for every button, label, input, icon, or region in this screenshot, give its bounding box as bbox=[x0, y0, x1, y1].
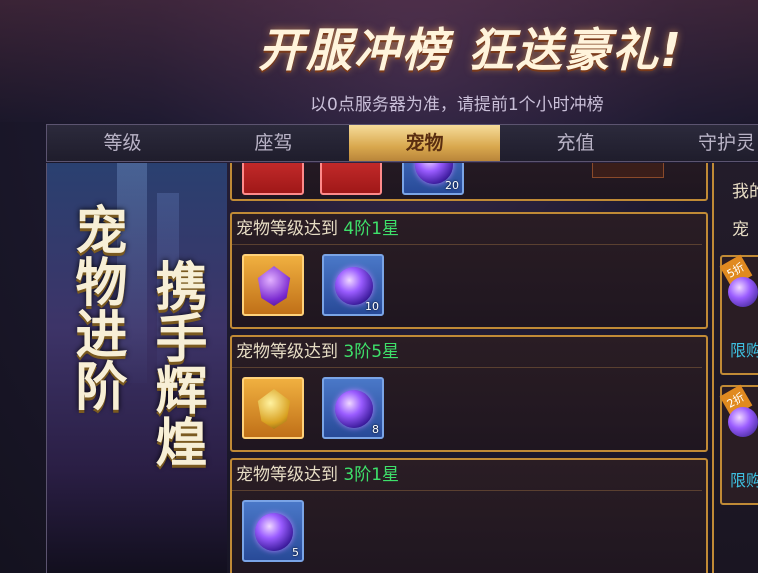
right-shop-panel: 我的 宠 5折 限购 2折 限购 bbox=[712, 163, 758, 573]
event-banner: 开服冲榜 狂送豪礼! 以0点服务器为准，请提前1个小时冲榜 bbox=[0, 0, 758, 122]
condition-level: 4阶1星 bbox=[343, 219, 400, 239]
my-rank-label: 我的 bbox=[732, 182, 758, 202]
item-count: 10 bbox=[365, 300, 379, 313]
item-count: 20 bbox=[445, 179, 459, 192]
reward-item-slot[interactable] bbox=[242, 163, 304, 195]
ranking-tabs: 等级 座驾 宠物 充值 守护灵 bbox=[46, 124, 758, 162]
reward-card: 宠物等级达到 4阶1星 10 bbox=[230, 212, 708, 329]
reward-item-slot[interactable] bbox=[320, 163, 382, 195]
reward-condition: 宠物等级达到 3阶5星 bbox=[232, 337, 702, 368]
tab-guardian[interactable]: 守护灵 bbox=[651, 125, 758, 161]
banner-title: 开服冲榜 狂送豪礼! bbox=[258, 23, 683, 77]
tab-recharge[interactable]: 充值 bbox=[500, 125, 651, 161]
promo-slogan-right: 携手辉煌 bbox=[146, 259, 206, 467]
condition-level: 3阶5星 bbox=[343, 342, 400, 362]
banner-subtitle: 以0点服务器为准，请提前1个小时冲榜 bbox=[310, 95, 604, 115]
pet-rank-label: 宠 bbox=[732, 220, 749, 240]
item-count: 8 bbox=[372, 423, 379, 436]
item-count: 5 bbox=[292, 546, 299, 559]
shop-offer-card[interactable]: 2折 限购 bbox=[719, 384, 758, 505]
reward-item-slot[interactable]: 8 bbox=[322, 377, 384, 439]
tab-level[interactable]: 等级 bbox=[47, 125, 198, 161]
promo-art-panel: 宠物进阶 携手辉煌 bbox=[46, 163, 227, 573]
purple-orb-icon bbox=[728, 277, 758, 307]
purchase-limit-label: 限购 bbox=[730, 471, 758, 490]
purple-orb-icon bbox=[728, 407, 758, 437]
purchase-limit-label: 限购 bbox=[730, 341, 758, 360]
yellow-pet-gem-icon bbox=[257, 389, 291, 429]
reward-card: 宠物等级达到 3阶5星 8 bbox=[230, 335, 708, 452]
promo-slogan-left: 宠物进阶 bbox=[66, 203, 126, 411]
reward-item-slot[interactable] bbox=[242, 377, 304, 439]
reward-item-slot[interactable]: 10 bbox=[322, 254, 384, 316]
condition-level: 3阶1星 bbox=[343, 465, 400, 485]
reward-item-slot[interactable]: 5 bbox=[242, 500, 304, 562]
reward-card: 宠物等级达到 3阶1星 5 bbox=[230, 458, 708, 573]
tab-pet[interactable]: 宠物 bbox=[349, 125, 500, 161]
reward-list[interactable]: 20 宠物等级达到 4阶1星 10 宠物等级达到 3阶5星 8 宠物等级达到 3… bbox=[226, 163, 712, 573]
purple-pet-gem-icon bbox=[257, 266, 291, 306]
reward-item-slot[interactable] bbox=[242, 254, 304, 316]
reward-condition: 宠物等级达到 3阶1星 bbox=[232, 460, 702, 491]
purple-orb-icon bbox=[335, 390, 373, 428]
shop-offer-card[interactable]: 5折 限购 bbox=[719, 254, 758, 375]
purple-orb-icon bbox=[255, 513, 293, 551]
reward-item-slot[interactable]: 20 bbox=[402, 163, 464, 195]
reward-condition: 宠物等级达到 4阶1星 bbox=[232, 214, 702, 245]
tab-mount[interactable]: 座驾 bbox=[198, 125, 349, 161]
claim-button[interactable] bbox=[592, 163, 664, 178]
